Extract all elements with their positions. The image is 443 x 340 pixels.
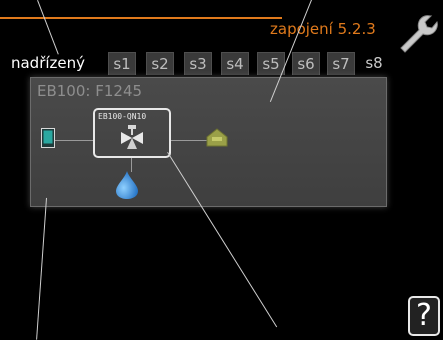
pipe-line — [55, 140, 95, 141]
tab-s3[interactable]: s3 — [184, 52, 212, 75]
connection-diagram-panel: EB100: F1245 EB100-QN10 — [30, 77, 387, 207]
thermostat-icon[interactable] — [41, 128, 55, 148]
header-rule — [0, 17, 282, 19]
tab-s8[interactable]: s8 — [361, 52, 387, 74]
callout-line — [36, 197, 47, 340]
callout-line — [37, 0, 59, 55]
three-way-valve-icon — [121, 125, 143, 149]
water-drop-icon[interactable] — [115, 170, 139, 200]
page-title: zapojení 5.2.3 — [270, 20, 376, 38]
settings-wrench-icon — [400, 15, 438, 53]
model-label: F1245 — [95, 82, 143, 100]
unit-label: EB100: — [37, 82, 91, 100]
tab-bar: nadřízený s1 s2 s3 s4 s5 s6 s7 s8 — [0, 52, 443, 76]
tab-s4[interactable]: s4 — [221, 52, 249, 75]
tab-s6[interactable]: s6 — [292, 52, 320, 75]
tab-s7[interactable]: s7 — [327, 52, 355, 75]
panel-title: EB100: F1245 — [37, 82, 142, 100]
valve-qn10[interactable]: EB100-QN10 — [93, 108, 171, 158]
heat-tank-icon[interactable] — [205, 127, 229, 147]
tab-s2[interactable]: s2 — [146, 52, 174, 75]
valve-label: EB100-QN10 — [98, 112, 147, 121]
tab-nadrizeny[interactable]: nadřízený — [0, 52, 96, 74]
help-button[interactable]: ? — [408, 296, 440, 336]
tab-s1[interactable]: s1 — [108, 52, 136, 75]
